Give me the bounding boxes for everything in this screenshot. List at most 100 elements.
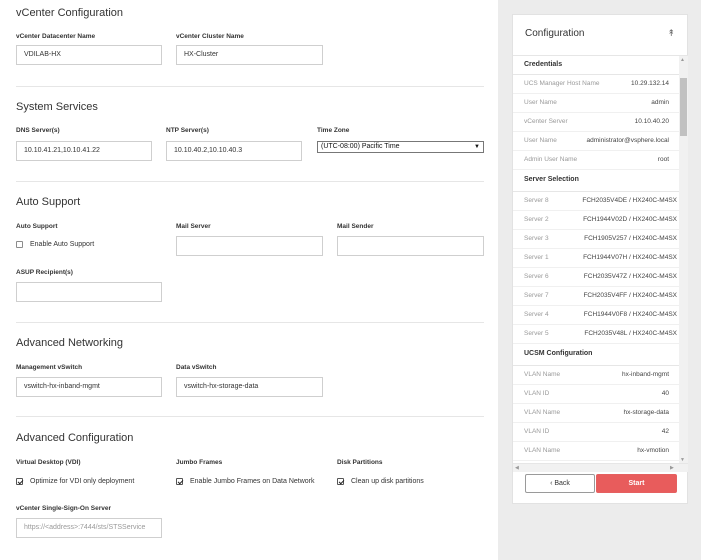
sso-label: vCenter Single-Sign-On Server	[16, 505, 111, 512]
panel-title: Configuration	[525, 28, 585, 39]
vdi-label: Virtual Desktop (VDI)	[16, 459, 81, 466]
timezone-value: (UTC-08:00) Pacific Time	[321, 143, 400, 150]
row-key: Server 1	[524, 254, 549, 261]
timezone-select[interactable]: (UTC-08:00) Pacific Time ▼	[317, 141, 484, 153]
datacenter-input[interactable]: VDILAB-HX	[16, 45, 162, 65]
list-item: Server 3 FCH1905V257 / HX240C-M4SX	[513, 230, 679, 249]
back-button-label: Back	[554, 480, 570, 487]
vcenter-section-title: vCenter Configuration	[16, 7, 124, 19]
row-value: 42	[661, 428, 669, 435]
timezone-label: Time Zone	[317, 127, 350, 134]
disk-partitions-checkbox[interactable]: Clean up disk partitions	[337, 478, 424, 485]
scroll-left-arrow-icon[interactable]: ◀	[515, 465, 519, 471]
list-item: Server 1 FCH1944V07H / HX240C-M4SX	[513, 249, 679, 268]
row-key: vCenter Server	[524, 118, 568, 125]
jumbo-frames-checkbox[interactable]: Enable Jumbo Frames on Data Network	[176, 478, 315, 485]
main-form: vCenter Configuration vCenter Datacenter…	[0, 0, 498, 560]
row-key: VLAN ID	[524, 428, 550, 435]
row-key: User Name	[524, 137, 557, 144]
networking-section-title: Advanced Networking	[16, 337, 124, 349]
mail-sender-input[interactable]	[337, 236, 484, 256]
disk-partitions-option-label: Clean up disk partitions	[351, 478, 424, 485]
row-key: UCS Manager Host Name	[524, 80, 600, 87]
enable-autosupport-checkbox[interactable]: Enable Auto Support	[16, 241, 94, 248]
list-item: Server 4 FCH1944V0F8 / HX240C-M4SX	[513, 306, 679, 325]
credentials-header: Credentials	[513, 56, 679, 75]
row-value: FCH1944V0F8 / HX240C-M4SX	[583, 311, 677, 318]
row-key: Server 2	[524, 216, 549, 223]
row-value: FCH2035V47Z / HX240C-M4SX	[583, 273, 677, 280]
mail-server-label: Mail Server	[176, 223, 211, 230]
system-section: System Services DNS Server(s) 10.10.41.2…	[16, 86, 484, 182]
summary-scroll-area[interactable]: Credentials UCS Manager Host Name 10.29.1…	[513, 55, 688, 463]
asup-recipients-input[interactable]	[16, 282, 162, 302]
row-key: VLAN Name	[524, 447, 561, 454]
row-value: administrator@vsphere.local	[586, 137, 669, 144]
scroll-up-arrow-icon[interactable]: ▲	[680, 57, 685, 63]
list-item: Server 2 FCH1944V02D / HX240C-M4SX	[513, 211, 679, 230]
list-item: User Name administrator@vsphere.local	[513, 132, 679, 151]
row-key: User Name	[524, 99, 557, 106]
cluster-input[interactable]: HX-Cluster	[176, 45, 323, 65]
scrollbar-thumb[interactable]	[680, 78, 687, 136]
mgmt-vswitch-input[interactable]: vswitch-hx-inband-mgmt	[16, 377, 162, 397]
collapse-panel-icon[interactable]: ↟	[667, 28, 675, 39]
row-value: FCH1905V257 / HX240C-M4SX	[584, 235, 677, 242]
row-value: hx-vmotion	[637, 447, 669, 454]
system-section-title: System Services	[16, 101, 98, 113]
checkbox-checked-icon	[337, 478, 344, 485]
row-key: Server 5	[524, 330, 549, 337]
ntp-label: NTP Server(s)	[166, 127, 209, 134]
autosupport-label: Auto Support	[16, 223, 58, 230]
list-item: Admin User Name root	[513, 151, 679, 170]
row-value: FCH1944V07H / HX240C-M4SX	[583, 254, 677, 261]
data-vswitch-input[interactable]: vswitch-hx-storage-data	[176, 377, 323, 397]
horizontal-scrollbar[interactable]: ◀ ▶	[513, 463, 688, 472]
row-key: Admin User Name	[524, 156, 578, 163]
list-item: vCenter Server 10.10.40.20	[513, 113, 679, 132]
configuration-panel: Configuration ↟ Credentials UCS Manager …	[512, 14, 688, 504]
jumbo-frames-option-label: Enable Jumbo Frames on Data Network	[190, 478, 315, 485]
asup-recipients-label: ASUP Recipient(s)	[16, 269, 73, 276]
row-key: Server 7	[524, 292, 549, 299]
checkbox-icon	[16, 241, 23, 248]
vertical-scrollbar[interactable]: ▲ ▼	[679, 56, 688, 463]
sso-input[interactable]: https://<address>:7444/sts/STSService	[16, 518, 162, 538]
checkbox-checked-icon	[16, 478, 23, 485]
row-value: FCH2035V48L / HX240C-M4SX	[584, 330, 677, 337]
ntp-input[interactable]: 10.10.40.2,10.10.40.3	[166, 141, 302, 161]
scroll-right-arrow-icon[interactable]: ▶	[670, 465, 674, 471]
row-key: VLAN Name	[524, 409, 561, 416]
mail-server-input[interactable]	[176, 236, 323, 256]
row-value: hx-storage-data	[623, 409, 669, 416]
list-item: VLAN Name hx-inband-mgmt	[513, 366, 679, 385]
dropdown-arrow-icon: ▼	[474, 144, 480, 150]
list-item: Server 6 FCH2035V47Z / HX240C-M4SX	[513, 268, 679, 287]
list-item: UCS Manager Host Name 10.29.132.14	[513, 75, 679, 94]
server-selection-header: Server Selection	[513, 170, 679, 192]
list-item: VLAN Name hx-storage-data	[513, 404, 679, 423]
dns-input[interactable]: 10.10.41.21,10.10.41.22	[16, 141, 152, 161]
row-key: Server 6	[524, 273, 549, 280]
list-item: Server 7 FCH2035V4FF / HX240C-M4SX	[513, 287, 679, 306]
back-button[interactable]: ‹ Back	[525, 474, 595, 493]
ucsm-configuration-header: UCSM Configuration	[513, 344, 679, 366]
vcenter-section: vCenter Configuration vCenter Datacenter…	[16, 0, 484, 86]
autosupport-section: Auto Support Auto Support Enable Auto Su…	[16, 181, 484, 322]
list-item: VLAN ID 40	[513, 385, 679, 404]
vdi-option-label: Optimize for VDI only deployment	[30, 478, 135, 485]
row-key: Server 4	[524, 311, 549, 318]
list-item: Server 8 FCH2035V4DE / HX240C-M4SX	[513, 192, 679, 211]
row-key: Server 8	[524, 197, 549, 204]
row-value: admin	[651, 99, 669, 106]
chevron-left-icon: ‹	[550, 480, 553, 487]
list-item: VLAN Name hx-vmotion	[513, 442, 679, 461]
start-button[interactable]: Start	[596, 474, 677, 493]
enable-autosupport-label: Enable Auto Support	[30, 241, 95, 248]
checkbox-checked-icon	[176, 478, 183, 485]
advanced-section-title: Advanced Configuration	[16, 432, 134, 444]
row-key: VLAN Name	[524, 371, 561, 378]
row-value: FCH2035V4FF / HX240C-M4SX	[583, 292, 677, 299]
vdi-checkbox[interactable]: Optimize for VDI only deployment	[16, 478, 134, 485]
row-key: Server 3	[524, 235, 549, 242]
